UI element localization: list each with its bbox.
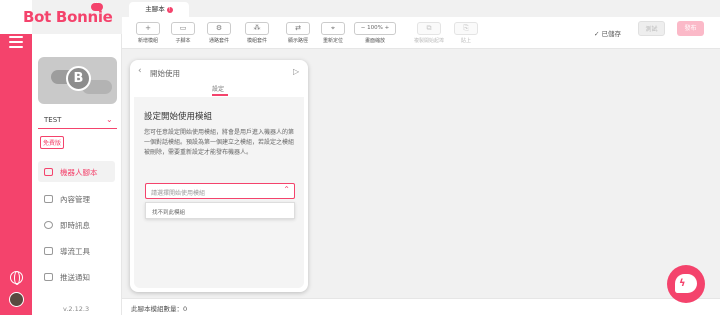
flow-icon	[44, 168, 53, 176]
chevron-up-icon: ⌃	[283, 185, 290, 194]
paste-icon: ⎘	[463, 24, 469, 32]
plus-icon: +	[145, 24, 151, 32]
paste-button[interactable]: ⎘	[454, 22, 478, 35]
sidebar-item-label: 即時訊息	[60, 221, 90, 230]
version-label: v.2.12.3	[63, 305, 90, 313]
globe-icon[interactable]	[10, 271, 23, 285]
megaphone-icon	[44, 273, 53, 281]
chevron-down-icon[interactable]: ⌄	[106, 115, 113, 124]
zoom-out-button[interactable]: −	[361, 25, 366, 31]
tab-settings[interactable]: 設定	[212, 84, 224, 93]
add-module-button[interactable]: +	[136, 22, 160, 35]
publish-label: 發布	[684, 25, 697, 32]
copy-start-label: 複製開始起埠	[413, 38, 444, 44]
show-path-button[interactable]: ⇄	[286, 22, 310, 35]
content-icon	[44, 195, 53, 203]
select-placeholder: 請選擇開始使用模組	[151, 190, 206, 197]
channel-kit-button[interactable]: ⚙	[207, 22, 231, 35]
zoom-in-button[interactable]: +	[385, 25, 390, 31]
copy-start-button[interactable]: ⧉	[417, 22, 441, 35]
zoom-control[interactable]: − 100% +	[354, 22, 396, 35]
module-kit-button[interactable]: ⁂	[245, 22, 269, 35]
sidebar-item-label: 導流工具	[60, 247, 90, 256]
messenger-bolt-icon: ϟ	[679, 278, 686, 289]
nodes-icon: ⁂	[253, 24, 261, 32]
sidebar-item-label: 內容管理	[60, 195, 90, 204]
select-dropdown[interactable]: 找不到此模組	[145, 202, 295, 219]
panel-title: 開始使用	[150, 69, 180, 78]
sidebar-item-livechat[interactable]: 即時訊息	[44, 220, 90, 231]
module-kit-label: 模組套件	[246, 38, 267, 44]
dropdown-empty-option: 找不到此模組	[152, 210, 186, 216]
test-button[interactable]: 測試	[638, 21, 665, 36]
paste-label: 貼上	[460, 38, 471, 44]
back-icon[interactable]: ‹	[138, 66, 142, 76]
plan-badge: 免費版	[40, 136, 65, 149]
reposition-button[interactable]: ⌖	[321, 22, 345, 35]
bot-avatar: B	[66, 66, 91, 91]
zoom-label: 畫面縮放	[364, 38, 385, 44]
status-bar: 此腳本模組數量：0	[122, 298, 720, 315]
module-count: 此腳本模組數量：0	[131, 305, 188, 313]
start-module-select[interactable]: 請選擇開始使用模組 ⌃	[145, 183, 295, 199]
target-icon: ⌖	[331, 24, 335, 32]
section-description: 您可任意設定開始使用模組，將會是用戶進入機器人的第一個對話模組。預設為第一個建立…	[144, 129, 295, 156]
show-path-label: 顯示路徑	[287, 38, 308, 44]
bot-divider	[38, 128, 117, 129]
user-avatar[interactable]	[9, 292, 24, 307]
channel-kit-label: 通路套件	[208, 38, 229, 44]
growth-icon	[44, 247, 53, 255]
add-module-label: 新增模組	[137, 38, 158, 44]
logo-bubble-icon	[91, 0, 103, 11]
bot-name[interactable]: TEST	[44, 116, 61, 124]
sub-script-label: 子腳本	[175, 38, 191, 44]
gear-icon: ⚙	[215, 24, 223, 32]
alert-badge: !	[166, 7, 173, 13]
copy-icon: ⧉	[426, 24, 432, 32]
tab-underline	[212, 94, 228, 96]
saved-status: ✓ 已儲存	[594, 30, 622, 38]
sidebar-item-label: 機器人腳本	[60, 168, 98, 177]
folder-icon: ▭	[179, 24, 187, 32]
section-title: 設定開始使用模組	[144, 112, 213, 122]
chat-icon	[44, 221, 53, 229]
menu-icon[interactable]	[9, 36, 23, 48]
zoom-value: 100%	[367, 25, 383, 31]
sidebar-item-bot-script[interactable]: 機器人腳本	[44, 167, 98, 178]
test-label: 測試	[645, 26, 658, 33]
tab-strip	[122, 0, 720, 17]
tab-label: 主腳本	[145, 5, 165, 13]
sub-script-button[interactable]: ▭	[171, 22, 195, 35]
tab-main-script[interactable]: 主腳本!	[129, 2, 189, 17]
sidebar-item-content[interactable]: 內容管理	[44, 194, 90, 205]
reposition-label: 重新定位	[322, 38, 343, 44]
publish-button[interactable]: 發布	[677, 21, 704, 36]
sidebar-item-broadcast[interactable]: 推送通知	[44, 272, 90, 283]
sidebar-item-label: 推送通知	[60, 273, 90, 282]
sidebar-item-growth[interactable]: 導流工具	[44, 246, 90, 257]
play-icon[interactable]: ▷	[293, 67, 299, 76]
route-icon: ⇄	[295, 24, 301, 32]
